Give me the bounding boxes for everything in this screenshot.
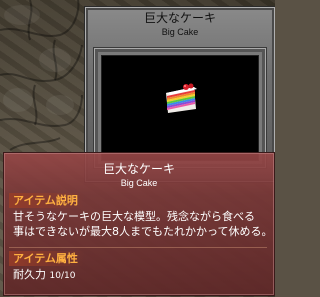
- attribute-section-label: アイテム属性: [9, 251, 84, 266]
- description-line: 事はできないが最大8人までもたれかかって休める。: [13, 225, 273, 238]
- game-scene: 巨大なケーキ Big Cake 巨大なケーキ Big Cake アイテム説明 甘…: [0, 0, 275, 297]
- item-info-window[interactable]: 巨大なケーキ Big Cake アイテム説明 甘そうなケーキの巨大な模型。残念な…: [3, 152, 275, 296]
- item-info-subtitle: Big Cake: [120, 178, 158, 188]
- durability-attribute: 耐久力 10/10: [13, 267, 75, 284]
- durability-value: 10/10: [49, 271, 76, 281]
- item-preview-subtitle: Big Cake: [161, 27, 199, 37]
- item-info-title: 巨大なケーキ: [102, 162, 175, 176]
- item-preview-title: 巨大なケーキ: [143, 11, 216, 25]
- cake-slice-icon: [166, 83, 197, 113]
- description-line: 甘そうなケーキの巨大な模型。残念ながら食べる: [13, 210, 255, 223]
- section-divider: [9, 247, 267, 248]
- item-preview-area: [101, 55, 259, 161]
- description-section-label: アイテム説明: [9, 193, 84, 208]
- item-preview-frame: [93, 47, 267, 169]
- durability-label: 耐久力: [13, 268, 46, 281]
